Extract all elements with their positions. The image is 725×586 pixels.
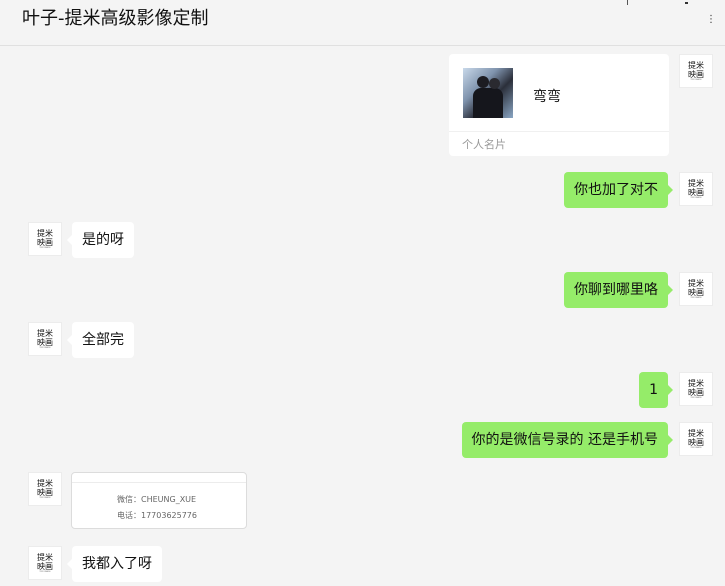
- contact-card-name: 弯弯: [533, 89, 561, 105]
- contact-card-label: 个人名片: [462, 138, 506, 151]
- contact-card-message[interactable]: 弯弯 个人名片: [449, 54, 669, 156]
- contact-card-divider: [449, 131, 669, 132]
- contact-avatar[interactable]: 提米 映画 TIMI IMAGE: [28, 322, 62, 356]
- chat-title: 叶子-提米高级影像定制: [22, 8, 209, 29]
- chat-header: 叶子-提米高级影像定制 ⋮: [0, 0, 725, 46]
- self-avatar[interactable]: 提米 映画 TIMI IMAGE: [679, 54, 713, 88]
- header-mark: [685, 2, 688, 4]
- self-avatar[interactable]: 提米 映画 TIMI IMAGE: [679, 172, 713, 206]
- image-message[interactable]: 微信：CHEUNG_XUE 电话：17703625776: [71, 472, 247, 529]
- contact-card-photo: [463, 68, 513, 118]
- message-bubble-self[interactable]: 你的是微信号录的 还是手机号: [461, 422, 674, 458]
- contact-avatar[interactable]: 提米 映画 TIMI IMAGE: [28, 546, 62, 580]
- more-options-icon[interactable]: ⋮: [706, 15, 716, 25]
- message-bubble-self[interactable]: 你也加了对不: [564, 172, 673, 208]
- self-avatar[interactable]: 提米 映画 TIMI IMAGE: [679, 372, 713, 406]
- contact-avatar[interactable]: 提米 映画 TIMI IMAGE: [28, 472, 62, 506]
- message-bubble-other[interactable]: 是的呀: [67, 222, 134, 258]
- contact-avatar[interactable]: 提米 映画 TIMI IMAGE: [28, 222, 62, 256]
- image-message-phone-text: 电话：17703625776: [117, 511, 197, 520]
- self-avatar[interactable]: 提米 映画 TIMI IMAGE: [679, 272, 713, 306]
- message-bubble-other[interactable]: 全部完: [67, 322, 134, 358]
- self-avatar[interactable]: 提米 映画 TIMI IMAGE: [679, 422, 713, 456]
- message-bubble-other[interactable]: 我都入了呀: [67, 546, 162, 582]
- message-bubble-self[interactable]: 1: [639, 372, 673, 408]
- message-bubble-self[interactable]: 你聊到哪里咯: [564, 272, 673, 308]
- image-message-rule: [72, 482, 246, 483]
- image-message-wechat-text: 微信：CHEUNG_XUE: [117, 495, 197, 504]
- header-divider: [627, 0, 628, 5]
